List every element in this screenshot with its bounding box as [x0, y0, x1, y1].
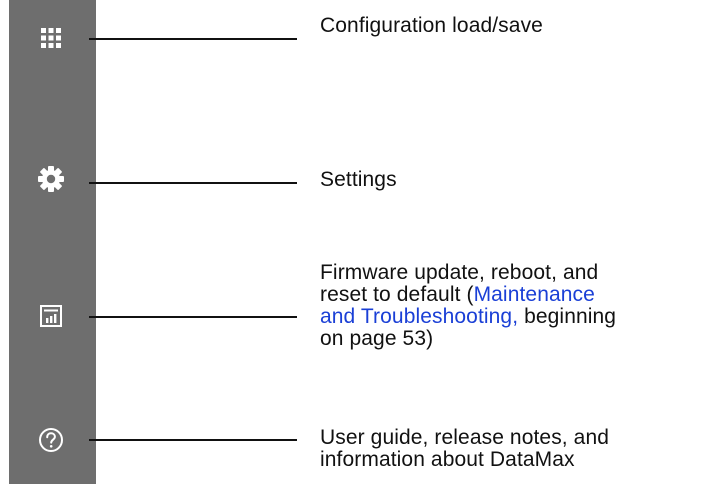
- callout-line: User guide, release notes, and: [320, 426, 610, 449]
- callout-text: Settings: [320, 168, 397, 191]
- callout-line-settings: [89, 182, 297, 184]
- callout-line: information about DataMax: [320, 448, 575, 471]
- callout-line: reset to default (Maintenance: [320, 284, 715, 306]
- callout-line: Firmware update, reboot, and: [320, 261, 599, 284]
- sidebar: [9, 0, 96, 484]
- callout-maintenance: Firmware update, reboot, and reset to de…: [320, 262, 715, 350]
- grid-icon[interactable]: [29, 16, 73, 60]
- maintenance-link[interactable]: Maintenance: [474, 283, 595, 306]
- callout-settings: Settings: [320, 169, 715, 191]
- bar-chart-icon[interactable]: [29, 294, 73, 338]
- callout-line: and Troubleshooting, beginning: [320, 306, 715, 328]
- callout-line-configuration: [89, 38, 297, 40]
- callout-help: User guide, release notes, and informati…: [320, 427, 715, 471]
- help-circle-icon[interactable]: [29, 418, 73, 462]
- callout-configuration: Configuration load/save: [320, 15, 715, 37]
- callout-text: reset to default (: [320, 283, 474, 306]
- callout-line: on page 53): [320, 327, 434, 350]
- callout-text: Configuration load/save: [320, 14, 543, 37]
- gear-icon[interactable]: [29, 157, 73, 201]
- troubleshooting-link[interactable]: and Troubleshooting,: [320, 305, 518, 328]
- callout-line-maintenance: [89, 316, 297, 318]
- callout-line-help: [89, 439, 297, 441]
- callout-text: beginning: [518, 305, 617, 328]
